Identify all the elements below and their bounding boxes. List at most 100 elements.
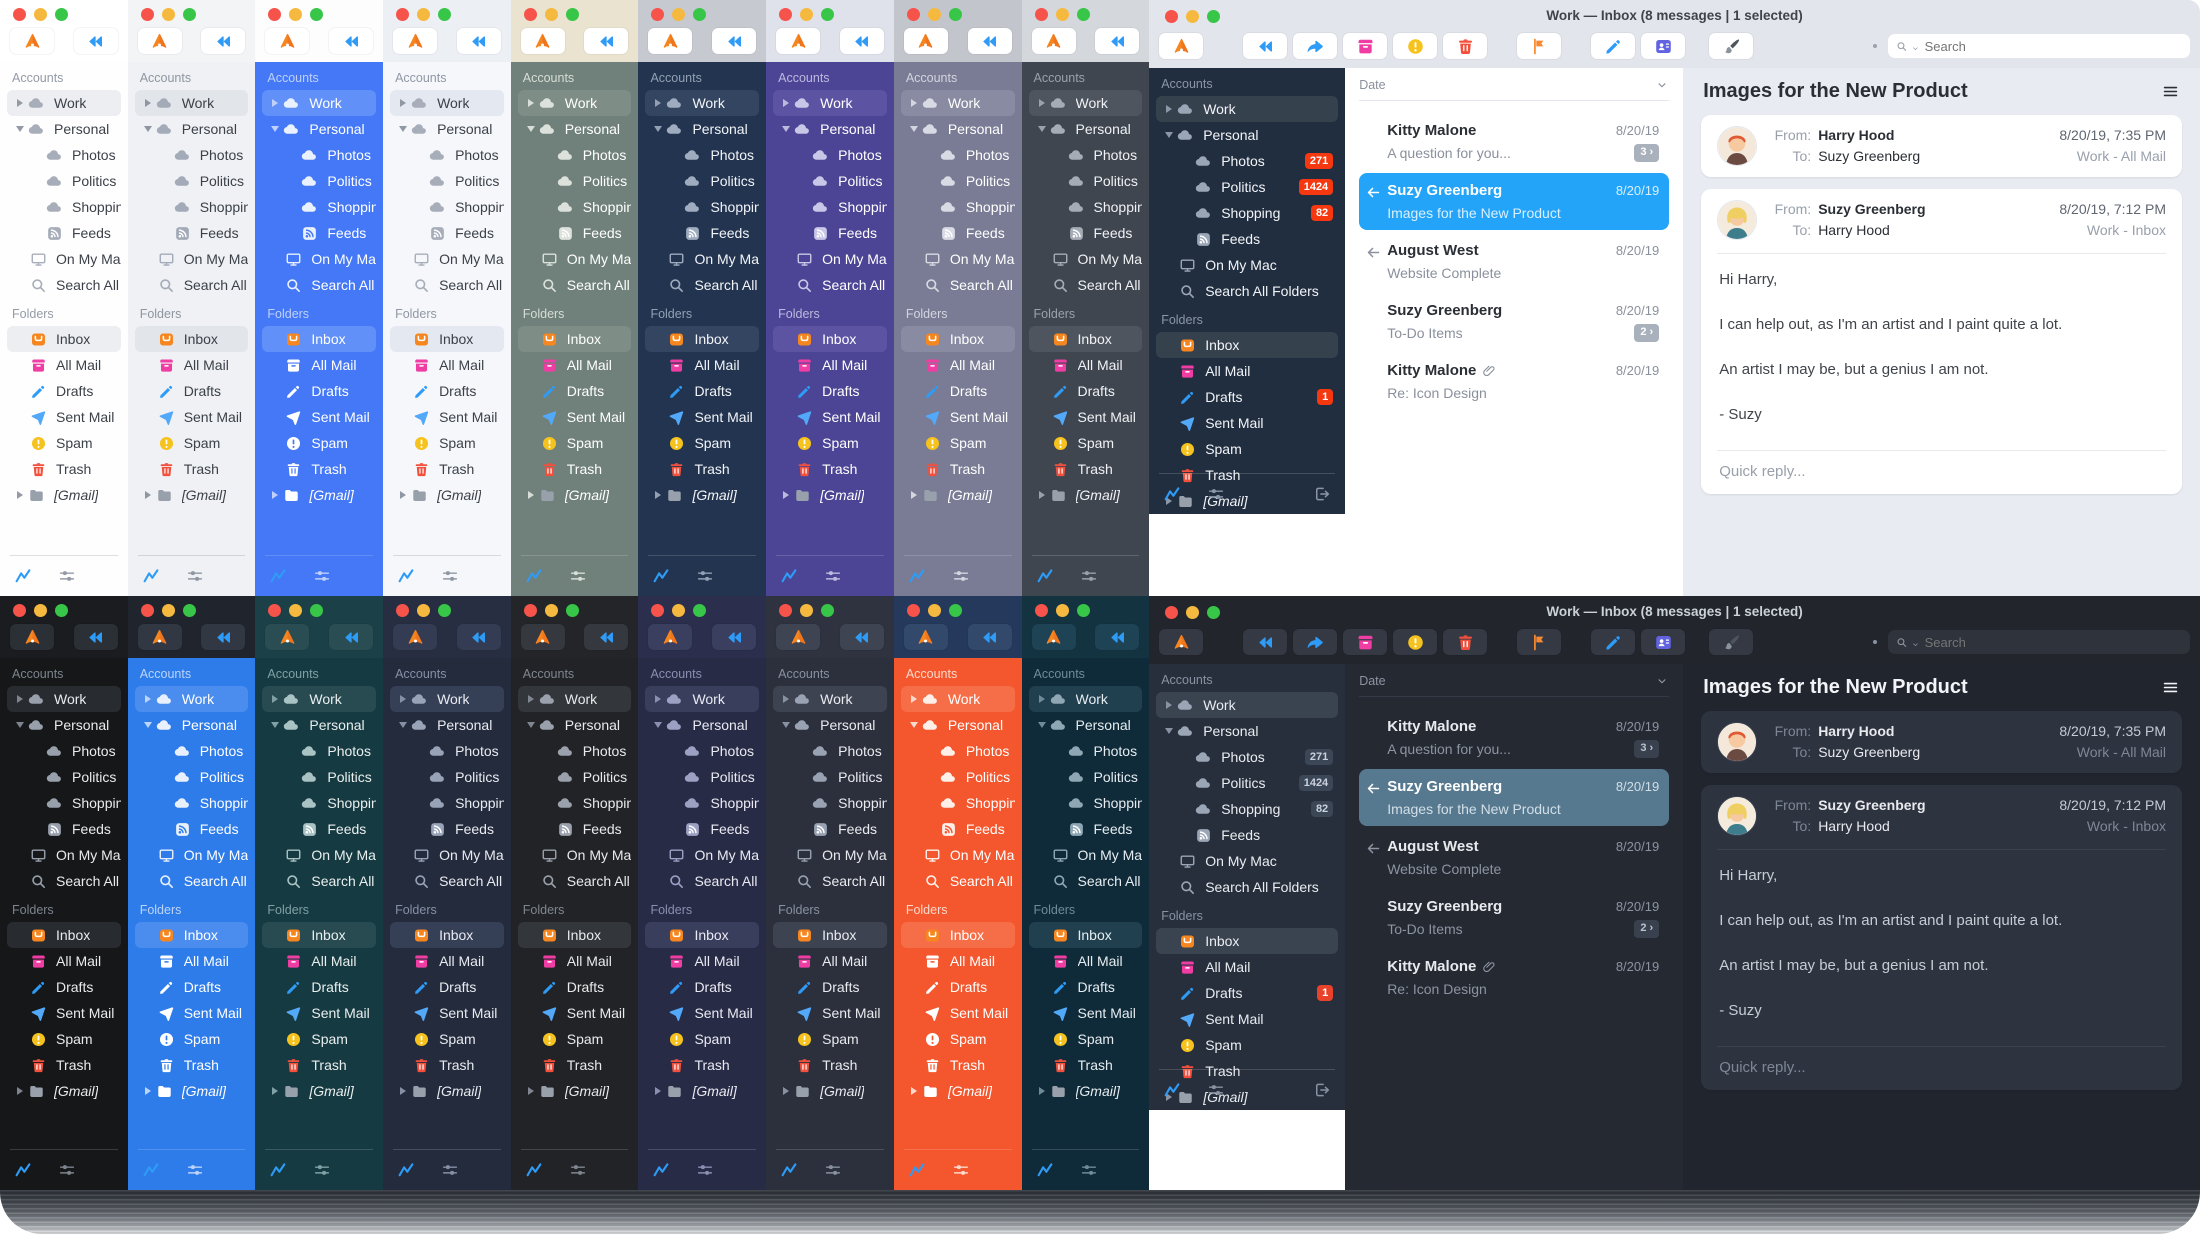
folder-item--gmail-[interactable]: [Gmail]	[1029, 482, 1143, 508]
sidebar-item-on-my-mac[interactable]: On My Mac	[773, 246, 887, 272]
disclosure-down-icon[interactable]	[650, 126, 666, 132]
sidebar-item-shopping[interactable]: Shopping	[645, 194, 759, 220]
minimize-window-button[interactable]	[289, 604, 302, 617]
disclosure-down-icon[interactable]	[12, 722, 28, 728]
minimize-window-button[interactable]	[1056, 8, 1069, 21]
folder-item-trash[interactable]: Trash	[901, 456, 1015, 482]
filters-icon[interactable]	[952, 1161, 970, 1179]
sidebar-item-shopping[interactable]: Shopping82	[1156, 200, 1338, 226]
close-window-button[interactable]	[268, 604, 281, 617]
sidebar-item-photos[interactable]: Photos	[645, 142, 759, 168]
filters-icon[interactable]	[313, 567, 331, 585]
sidebar-item-shopping[interactable]: Shopping	[262, 194, 376, 220]
message-list-item[interactable]: Kitty Malone8/20/19Re: Icon Design	[1359, 949, 1669, 1006]
sidebar-item-politics[interactable]: Politics	[773, 764, 887, 790]
folder-item--gmail-[interactable]: [Gmail]	[773, 1078, 887, 1104]
minimize-window-button[interactable]	[34, 604, 47, 617]
zoom-window-button[interactable]	[1207, 10, 1220, 23]
sidebar-item-on-my-mac[interactable]: On My Mac	[773, 842, 887, 868]
folder-item-inbox[interactable]: Inbox	[7, 326, 121, 352]
sidebar-item-search-all-folders[interactable]: Search All Folders	[773, 272, 887, 298]
folder-item-drafts[interactable]: Drafts	[518, 974, 632, 1000]
activity-icon[interactable]	[780, 1161, 798, 1179]
folder-item--gmail-[interactable]: [Gmail]	[135, 1078, 249, 1104]
sidebar-item-personal[interactable]: Personal	[390, 712, 504, 738]
sidebar-item-photos[interactable]: Photos	[901, 142, 1015, 168]
sidebar-item-shopping[interactable]: Shopping	[901, 194, 1015, 220]
folder-item-spam[interactable]: Spam	[390, 1026, 504, 1052]
sidebar-item-feeds[interactable]: Feeds	[7, 816, 121, 842]
filters-icon[interactable]	[569, 1161, 587, 1179]
message-list-item[interactable]: Kitty Malone8/20/19Re: Icon Design	[1359, 353, 1669, 410]
folder-item-spam[interactable]: Spam	[773, 430, 887, 456]
quick-reply-field[interactable]: Quick reply...	[1717, 450, 2166, 484]
close-window-button[interactable]	[779, 604, 792, 617]
reply-all-button[interactable]	[712, 624, 756, 650]
folder-item-drafts[interactable]: Drafts	[901, 974, 1015, 1000]
disclosure-down-icon[interactable]	[140, 722, 156, 728]
sidebar-item-on-my-mac[interactable]: On My Mac	[135, 246, 249, 272]
folder-item-spam[interactable]: Spam	[7, 1026, 121, 1052]
disclosure-down-icon[interactable]	[1034, 722, 1050, 728]
reply-all-button[interactable]	[457, 28, 501, 54]
zoom-window-button[interactable]	[693, 604, 706, 617]
sidebar-item-feeds[interactable]: Feeds	[1156, 822, 1338, 848]
filters-icon[interactable]	[58, 567, 76, 585]
message-card[interactable]: From:Suzy GreenbergTo:Harry Hood8/20/19,…	[1701, 189, 2182, 494]
folder-item--gmail-[interactable]: [Gmail]	[390, 482, 504, 508]
disclosure-down-icon[interactable]	[140, 126, 156, 132]
folder-item-all-mail[interactable]: All Mail	[262, 948, 376, 974]
sidebar-item-politics[interactable]: Politics	[645, 764, 759, 790]
disclosure-right-icon[interactable]	[395, 491, 411, 499]
airmail-logo-button[interactable]	[776, 624, 820, 650]
sidebar-item-on-my-mac[interactable]: On My Mac	[645, 842, 759, 868]
disclosure-right-icon[interactable]	[1161, 105, 1177, 113]
sidebar-item-shopping[interactable]: Shopping	[773, 790, 887, 816]
sidebar-item-work[interactable]: Work	[135, 90, 249, 116]
disclosure-right-icon[interactable]	[140, 491, 156, 499]
sidebar-item-personal[interactable]: Personal	[773, 116, 887, 142]
disclosure-right-icon[interactable]	[1034, 695, 1050, 703]
sidebar-item-on-my-mac[interactable]: On My Mac	[262, 842, 376, 868]
folder-item-drafts[interactable]: Drafts	[773, 974, 887, 1000]
folder-item-spam[interactable]: Spam	[1156, 436, 1338, 462]
disclosure-right-icon[interactable]	[395, 695, 411, 703]
folder-item-trash[interactable]: Trash	[1029, 1052, 1143, 1078]
sidebar-item-shopping[interactable]: Shopping	[1029, 790, 1143, 816]
airmail-logo-button[interactable]	[521, 624, 565, 650]
sidebar-item-search-all-folders[interactable]: Search All Folders	[390, 272, 504, 298]
sidebar-item-photos[interactable]: Photos	[135, 142, 249, 168]
filters-icon[interactable]	[441, 567, 459, 585]
disclosure-right-icon[interactable]	[778, 695, 794, 703]
folder-item-spam[interactable]: Spam	[773, 1026, 887, 1052]
search-field[interactable]	[1888, 630, 2190, 654]
folder-item-trash[interactable]: Trash	[645, 1052, 759, 1078]
sidebar-item-feeds[interactable]: Feeds	[518, 220, 632, 246]
sidebar-item-photos[interactable]: Photos	[7, 738, 121, 764]
folder-item-trash[interactable]: Trash	[262, 456, 376, 482]
folder-item--gmail-[interactable]: [Gmail]	[901, 482, 1015, 508]
folder-item-sent-mail[interactable]: Sent Mail	[773, 404, 887, 430]
zoom-window-button[interactable]	[183, 604, 196, 617]
sidebar-item-shopping[interactable]: Shopping	[7, 790, 121, 816]
sidebar-item-work[interactable]: Work	[1156, 692, 1338, 718]
sidebar-item-photos[interactable]: Photos271	[1156, 148, 1338, 174]
activity-icon[interactable]	[1036, 1161, 1054, 1179]
sidebar-item-search-all-folders[interactable]: Search All Folders	[135, 868, 249, 894]
minimize-window-button[interactable]	[417, 8, 430, 21]
disclosure-right-icon[interactable]	[778, 99, 794, 107]
sidebar-item-shopping[interactable]: Shopping	[518, 194, 632, 220]
sidebar-item-search-all-folders[interactable]: Search All Folders	[645, 868, 759, 894]
sidebar-item-politics[interactable]: Politics	[1029, 168, 1143, 194]
folder-item-spam[interactable]: Spam	[390, 430, 504, 456]
zoom-window-button[interactable]	[1207, 606, 1220, 619]
zoom-window-button[interactable]	[949, 604, 962, 617]
cleanup-brush-button[interactable]	[1709, 629, 1753, 655]
disclosure-right-icon[interactable]	[140, 695, 156, 703]
reply-all-button[interactable]	[1095, 624, 1139, 650]
close-window-button[interactable]	[1165, 10, 1178, 23]
sidebar-item-feeds[interactable]: Feeds	[390, 220, 504, 246]
filters-icon[interactable]	[696, 1161, 714, 1179]
sidebar-item-photos[interactable]: Photos	[262, 142, 376, 168]
disclosure-right-icon[interactable]	[395, 1087, 411, 1095]
